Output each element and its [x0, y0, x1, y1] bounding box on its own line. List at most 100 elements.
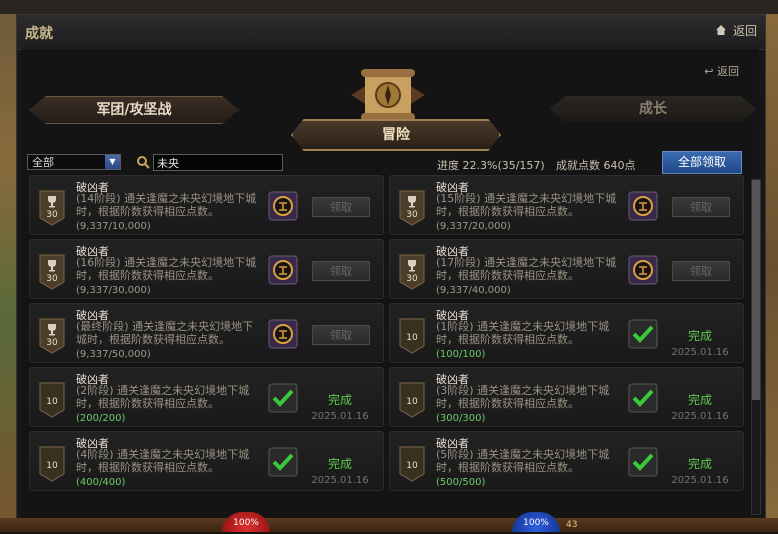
game-background-right	[764, 0, 778, 532]
category-select-value: 全部	[32, 156, 54, 169]
window-title: 成就	[25, 26, 53, 42]
scrollbar-thumb[interactable]	[752, 180, 760, 400]
achievement-progress: (300/300)	[436, 413, 486, 424]
badge-shield-icon: 10	[399, 382, 425, 418]
badge-points: 30	[46, 338, 58, 348]
achievement-desc: (14阶段) 通关逢魔之未央幻境地下城时，根据阶数获得相应点数。	[76, 192, 257, 218]
checkmark-icon	[268, 447, 298, 477]
achievement-panel: ↩ 返回 军团/攻坚战 成长 冒险 全部 ▼ 进度 22.3%(35/157) …	[21, 49, 761, 517]
claim-button[interactable]: 领取	[672, 261, 730, 281]
achievement-desc: (4阶段) 通关逢魔之未央幻境地下城时，根据阶数获得相应点数。	[76, 448, 250, 474]
achievement-card: 30 破凶者 (14阶段) 通关逢魔之未央幻境地下城时，根据阶数获得相应点数。 (9,…	[29, 175, 384, 235]
achievement-points: 成就点数 640点	[556, 159, 636, 172]
achievement-desc: (15阶段) 通关逢魔之未央幻境地下城时，根据阶数获得相应点数。	[436, 192, 617, 218]
achievement-desc: (5阶段) 通关逢魔之未央幻境地下城时，根据阶数获得相应点数。	[436, 448, 610, 474]
achievement-desc: (3阶段) 通关逢魔之未央幻境地下城时，根据阶数获得相应点数。	[436, 384, 610, 410]
badge-shield-icon: 10	[399, 446, 425, 482]
badge-points: 10	[46, 397, 58, 407]
badge-shield-icon: 30	[39, 190, 65, 226]
achievement-window: 成就 返回 ↩ 返回 军团/攻坚战 成长 冒险 全部 ▼ 进	[16, 14, 766, 520]
top-strip	[0, 0, 778, 14]
status-complete: 完成	[687, 393, 712, 407]
window-back-label: 返回	[732, 24, 757, 38]
claim-button[interactable]: 领取	[312, 197, 370, 217]
badge-points: 30	[46, 274, 58, 284]
search-icon	[137, 156, 150, 169]
achievement-card: 10 破凶者 (1阶段) 通关逢魔之未央幻境地下城时，根据阶数获得相应点数。 (100…	[389, 303, 744, 363]
completion-date: 2025.01.16	[671, 347, 729, 358]
window-header: 成就 返回	[17, 15, 765, 50]
achievement-desc: (2阶段) 通关逢魔之未央幻境地下城时，根据阶数获得相应点数。	[76, 384, 250, 410]
level-indicator: 43	[566, 520, 578, 530]
achievement-card: 10 破凶者 (5阶段) 通关逢魔之未央幻境地下城时，根据阶数获得相应点数。 (500…	[389, 431, 744, 491]
reward-medal-icon[interactable]	[268, 191, 298, 221]
badge-points: 10	[406, 397, 418, 407]
return-arrow-icon: ↩	[704, 65, 714, 78]
dropdown-arrow-icon[interactable]: ▼	[105, 155, 120, 169]
search-input[interactable]	[153, 154, 283, 171]
reward-medal-icon[interactable]	[628, 255, 658, 285]
badge-points: 30	[46, 210, 58, 220]
tab-adventure[interactable]: 冒险	[291, 119, 501, 151]
badge-points: 30	[406, 274, 418, 284]
badge-points: 10	[406, 333, 418, 343]
achievement-progress: (9,337/30,000)	[76, 285, 151, 296]
achievement-card: 10 破凶者 (3阶段) 通关逢魔之未央幻境地下城时，根据阶数获得相应点数。 (300…	[389, 367, 744, 427]
reward-medal-icon[interactable]	[268, 255, 298, 285]
badge-shield-icon: 10	[399, 318, 425, 354]
badge-shield-icon: 30	[39, 318, 65, 354]
achievement-progress: (9,337/40,000)	[436, 285, 511, 296]
achievement-progress: (200/200)	[76, 413, 126, 424]
achievement-desc: (16阶段) 通关逢魔之未央幻境地下城时，根据阶数获得相应点数。	[76, 256, 257, 282]
checkmark-icon	[628, 447, 658, 477]
window-back-button[interactable]: 返回	[715, 22, 757, 39]
home-icon	[715, 25, 726, 35]
checkmark-icon	[268, 383, 298, 413]
badge-shield-icon: 10	[39, 382, 65, 418]
achievement-desc: (1阶段) 通关逢魔之未央幻境地下城时，根据阶数获得相应点数。	[436, 320, 610, 346]
panel-back-button[interactable]: ↩ 返回	[704, 63, 739, 79]
achievement-card: 10 破凶者 (2阶段) 通关逢魔之未央幻境地下城时，根据阶数获得相应点数。 (200…	[29, 367, 384, 427]
game-hud-bar	[0, 518, 778, 532]
badge-points: 10	[46, 461, 58, 471]
claim-button[interactable]: 领取	[312, 325, 370, 345]
achievement-desc: (17阶段) 通关逢魔之未央幻境地下城时，根据阶数获得相应点数。	[436, 256, 617, 282]
completion-date: 2025.01.16	[671, 475, 729, 486]
achievement-progress: (500/500)	[436, 477, 486, 488]
status-complete: 完成	[327, 393, 352, 407]
achievement-card: 30 破凶者 (17阶段) 通关逢魔之未央幻境地下城时，根据阶数获得相应点数。 (9,…	[389, 239, 744, 299]
badge-shield-icon: 30	[39, 254, 65, 290]
achievement-card: 30 破凶者 (最终阶段) 通关逢魔之未央幻境地下城时，根据阶数获得相应点数。 (9,…	[29, 303, 384, 363]
claim-all-button[interactable]: 全部领取	[662, 151, 742, 174]
achievement-card: 30 破凶者 (16阶段) 通关逢魔之未央幻境地下城时，根据阶数获得相应点数。 (9,…	[29, 239, 384, 299]
list-scrollbar[interactable]	[751, 179, 761, 515]
category-select[interactable]: 全部 ▼	[27, 154, 121, 170]
status-complete: 完成	[687, 457, 712, 471]
status-complete: 完成	[687, 329, 712, 343]
achievement-progress: (9,337/10,000)	[76, 221, 151, 232]
achievement-list: 30 破凶者 (14阶段) 通关逢魔之未央幻境地下城时，根据阶数获得相应点数。 (9,…	[25, 175, 747, 513]
achievement-progress: (9,337/20,000)	[436, 221, 511, 232]
completion-date: 2025.01.16	[671, 411, 729, 422]
badge-shield-icon: 10	[39, 446, 65, 482]
completion-date: 2025.01.16	[311, 411, 369, 422]
checkmark-icon	[628, 319, 658, 349]
panel-back-label: 返回	[717, 65, 739, 78]
tab-growth[interactable]: 成长	[549, 96, 757, 122]
completion-date: 2025.01.16	[311, 475, 369, 486]
claim-button[interactable]: 领取	[672, 197, 730, 217]
badge-points: 30	[406, 210, 418, 220]
badge-shield-icon: 30	[399, 190, 425, 226]
reward-medal-icon[interactable]	[628, 191, 658, 221]
reward-medal-icon[interactable]	[268, 319, 298, 349]
achievement-card: 10 破凶者 (4阶段) 通关逢魔之未央幻境地下城时，根据阶数获得相应点数。 (400…	[29, 431, 384, 491]
badge-shield-icon: 30	[399, 254, 425, 290]
progress-text: 进度 22.3%(35/157)	[437, 159, 545, 172]
adventure-scroll-icon	[351, 69, 425, 121]
achievement-progress: (100/100)	[436, 349, 486, 360]
achievement-desc: (最终阶段) 通关逢魔之未央幻境地下城时，根据阶数获得相应点数。	[76, 320, 254, 346]
badge-points: 10	[406, 461, 418, 471]
achievement-progress: (400/400)	[76, 477, 126, 488]
claim-button[interactable]: 领取	[312, 261, 370, 281]
tab-legion-siege[interactable]: 军团/攻坚战	[29, 96, 239, 124]
